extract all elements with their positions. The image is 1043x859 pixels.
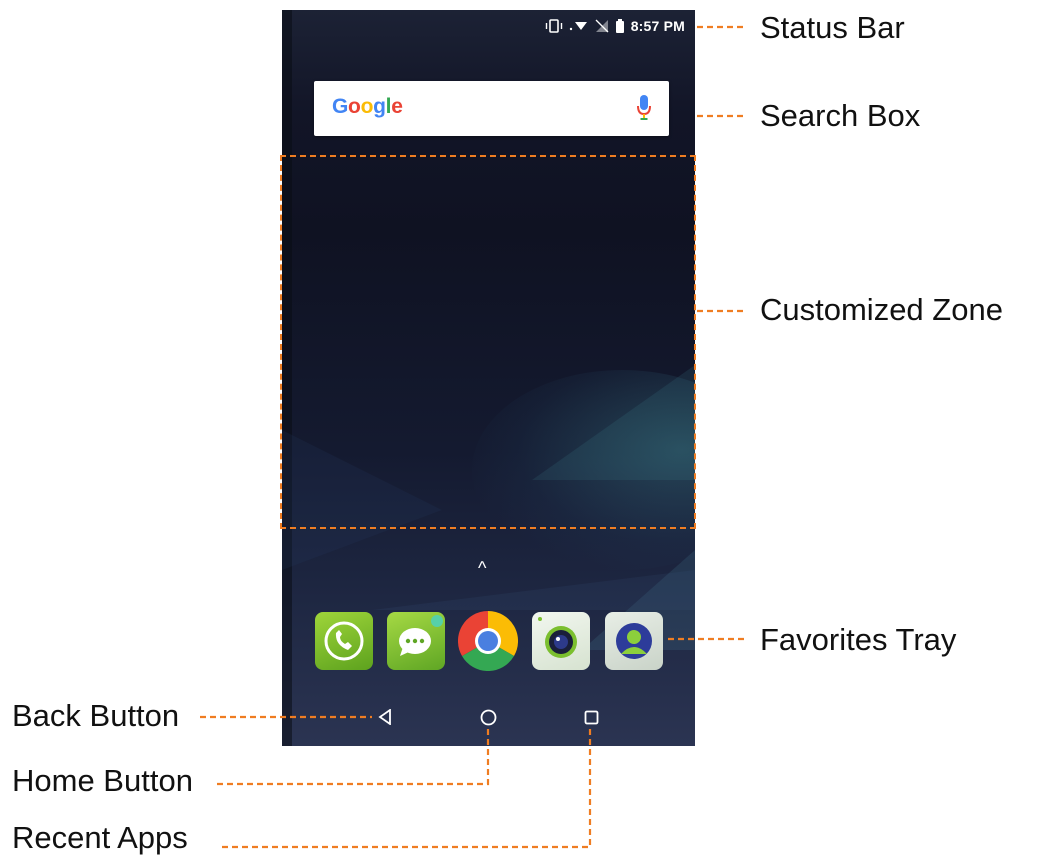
status-bar-label: Status Bar [760, 10, 905, 45]
search-box-label: Search Box [760, 98, 921, 133]
home-button-label: Home Button [12, 763, 193, 798]
favorites-tray-label: Favorites Tray [760, 622, 957, 657]
recent-apps-label: Recent Apps [12, 820, 188, 855]
customized-zone-label: Customized Zone [760, 292, 1003, 327]
back-button-label: Back Button [12, 698, 180, 733]
